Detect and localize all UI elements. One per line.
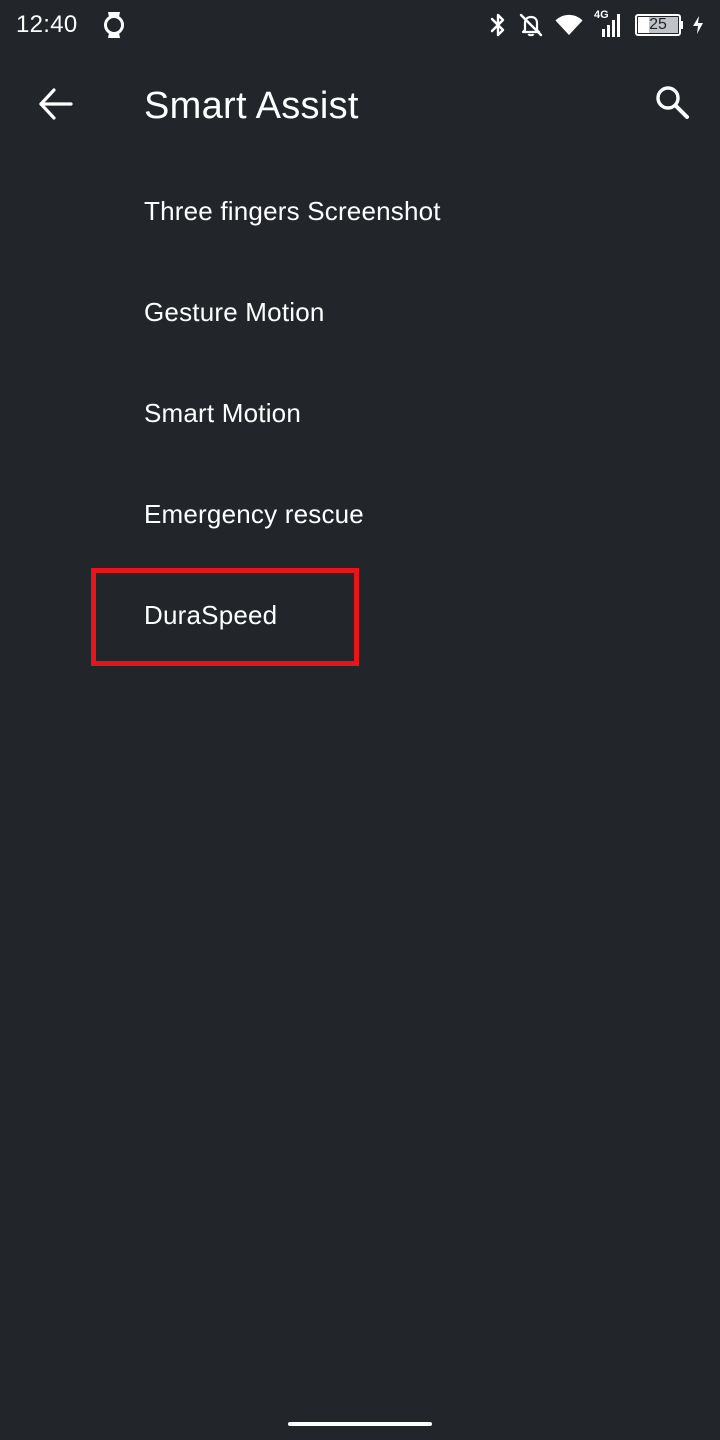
page-title: Smart Assist — [144, 85, 359, 127]
wifi-icon — [555, 14, 583, 36]
list-item-duraspeed[interactable]: DuraSpeed — [0, 564, 720, 665]
list-item-label: Smart Motion — [144, 398, 302, 428]
list-item-label: DuraSpeed — [144, 600, 278, 630]
watch-icon — [102, 8, 126, 42]
search-button[interactable] — [644, 76, 700, 132]
bluetooth-icon — [489, 12, 507, 38]
app-toolbar: Smart Assist — [0, 50, 720, 160]
arrow-left-icon — [38, 86, 74, 127]
list-item-label: Three fingers Screenshot — [144, 196, 441, 226]
gesture-nav-handle[interactable] — [288, 1422, 432, 1426]
list-item-label: Gesture Motion — [144, 297, 325, 327]
status-time: 12:40 — [16, 11, 78, 38]
list-item-smart-motion[interactable]: Smart Motion — [0, 362, 720, 463]
list-item-three-fingers-screenshot[interactable]: Three fingers Screenshot — [0, 160, 720, 261]
charging-icon — [692, 15, 704, 35]
status-bar: 12:40 4G 25 — [0, 0, 720, 50]
battery-level: 25 — [649, 16, 667, 33]
list-item-gesture-motion[interactable]: Gesture Motion — [0, 261, 720, 362]
settings-list: Three fingers Screenshot Gesture Motion … — [0, 160, 720, 665]
back-button[interactable] — [28, 78, 84, 134]
search-icon — [654, 84, 690, 125]
list-item-emergency-rescue[interactable]: Emergency rescue — [0, 463, 720, 564]
status-icons: 4G 25 — [489, 9, 704, 41]
battery-icon: 25 — [635, 14, 689, 36]
notifications-off-icon — [518, 12, 544, 38]
list-item-label: Emergency rescue — [144, 499, 364, 529]
cellular-signal-icon: 4G — [594, 9, 624, 39]
